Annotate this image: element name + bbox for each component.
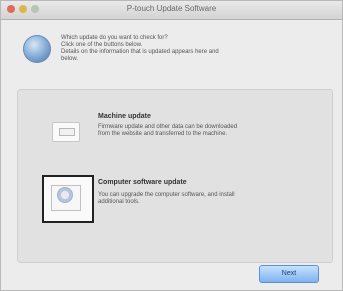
intro-section: Which update do you want to check for? C…: [17, 27, 330, 71]
intro-text: Which update do you want to check for? C…: [61, 35, 322, 63]
intro-line: Which update do you want to check for?: [61, 35, 168, 41]
title-bar: P-touch Update Software: [1, 1, 342, 20]
description-line: You can upgrade the computer software, a…: [98, 192, 235, 198]
globe-icon: [23, 35, 51, 63]
computer-software-update-title: Computer software update: [98, 179, 187, 186]
description-line: additional tools.: [98, 199, 140, 205]
description-line: Firmware update and other data can be do…: [98, 124, 238, 130]
intro-line: Details on the information that is updat…: [61, 49, 219, 55]
next-button[interactable]: Next: [259, 265, 319, 283]
machine-icon[interactable]: [52, 122, 80, 142]
options-panel: Machine update Firmware update and other…: [17, 89, 333, 263]
computer-software-update-option[interactable]: Computer software update You can upgrade…: [18, 172, 332, 234]
updater-window: P-touch Update Software Which update do …: [0, 0, 343, 291]
machine-update-option[interactable]: Machine update Firmware update and other…: [18, 110, 332, 162]
intro-line: Click one of the buttons below.: [61, 42, 143, 48]
computer-software-update-description: You can upgrade the computer software, a…: [98, 192, 235, 206]
intro-line: below.: [61, 56, 79, 62]
disc-icon: [57, 187, 73, 203]
window-title: P-touch Update Software: [126, 4, 217, 13]
software-cd-icon[interactable]: [42, 175, 94, 223]
machine-update-description: Firmware update and other data can be do…: [98, 124, 237, 138]
machine-update-title: Machine update: [98, 113, 151, 120]
description-line: from the website and transferred to the …: [98, 131, 228, 137]
